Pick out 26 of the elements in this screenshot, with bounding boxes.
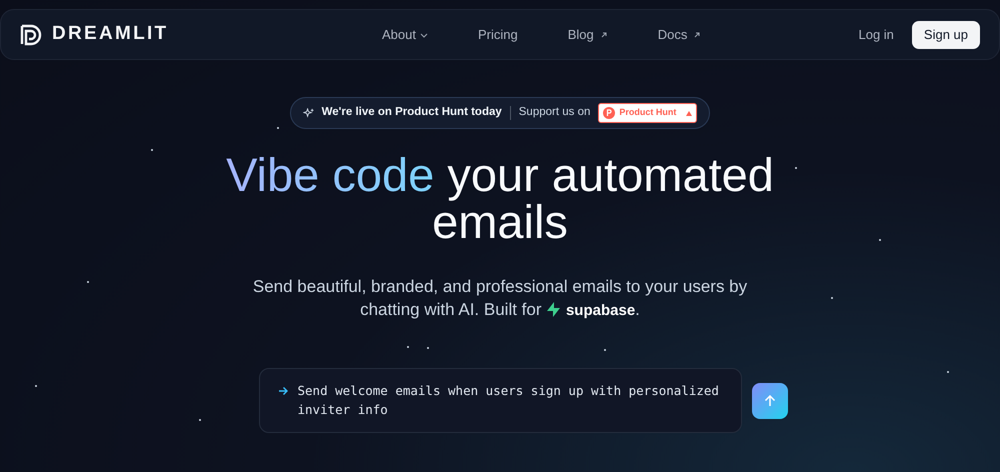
announcement-banner[interactable]: We're live on Product Hunt today Support us on Product Hunt [290, 97, 710, 129]
nav-link[interactable]: Blog [568, 24, 608, 44]
brand-name: DREAMLIT [52, 22, 168, 46]
logo-icon [20, 24, 42, 46]
arrow-up-icon [764, 394, 776, 406]
sparkle-icon [302, 108, 314, 118]
lightning-icon [546, 302, 562, 317]
arrow-up-right-icon [693, 30, 702, 38]
arrow-right-icon [278, 386, 288, 396]
banner-support-text: Support us on [518, 105, 590, 120]
upvote-icon [686, 110, 692, 116]
hero-subtitle: Send beautiful, branded, and professional emails to your users by chatting with AI. Built for supabase. [252, 276, 748, 321]
prompt-text: Send welcome emails when users sign up with personalized inviter info [298, 382, 720, 419]
chevron-down-icon [420, 30, 428, 38]
nav-link[interactable]: Docs [658, 24, 702, 44]
send-button[interactable] [752, 382, 788, 418]
nav-link[interactable]: About [382, 24, 428, 44]
signup-button[interactable]: Sign up [912, 20, 980, 48]
arrow-up-right-icon [600, 30, 608, 38]
banner-headline: We're live on Product Hunt today [322, 105, 502, 120]
product-hunt-logo-icon [603, 107, 616, 119]
prompt-field[interactable]: Send welcome emails when users sign up with personalized inviter info [258, 368, 742, 433]
hero-heading: Vibe code your automated emails [225, 151, 775, 245]
badge-text: Product Hunt [619, 106, 676, 120]
nav-link[interactable]: Pricing [478, 24, 518, 44]
login-link[interactable]: Log in [858, 24, 894, 44]
